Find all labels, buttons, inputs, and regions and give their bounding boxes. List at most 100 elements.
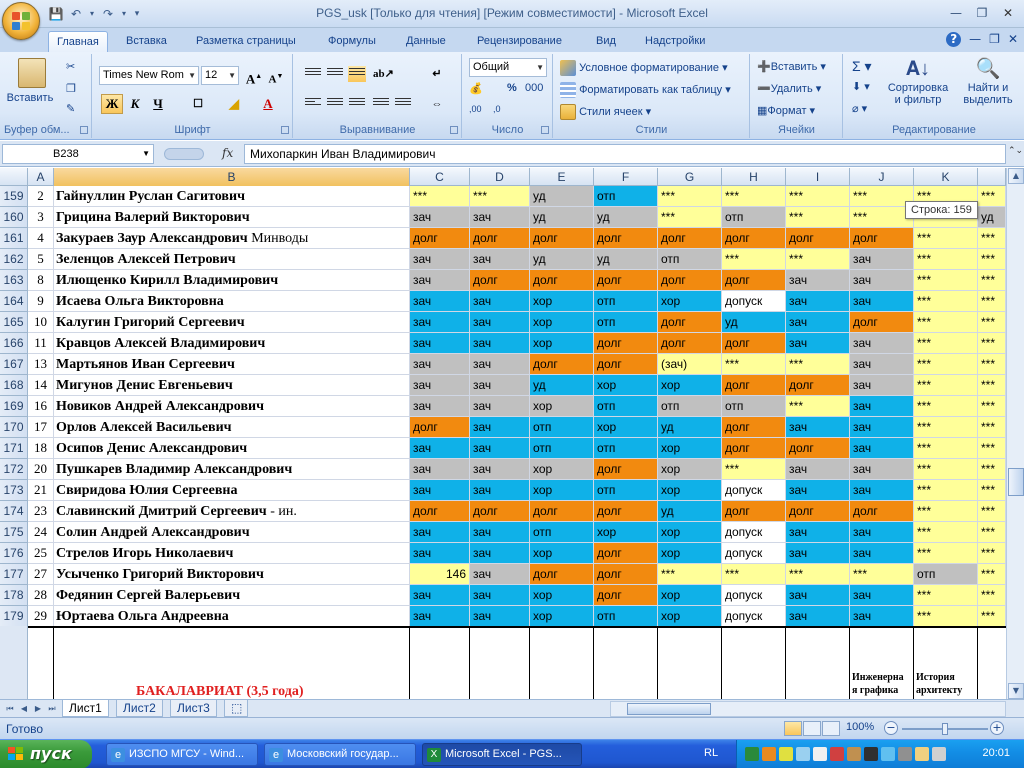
cell-grade-c[interactable]: ***	[410, 186, 470, 207]
cell-grade-h[interactable]: долг	[722, 228, 786, 249]
cell-grade-j[interactable]: зач	[850, 522, 914, 543]
cell-number[interactable]: 4	[28, 228, 54, 249]
cell-grade-d[interactable]: зач	[470, 585, 530, 606]
row-header[interactable]: 162	[0, 249, 28, 270]
cell-student-name[interactable]: Кравцов Алексей Владимирович	[54, 333, 410, 354]
cell-grade-d[interactable]: зач	[470, 480, 530, 501]
decrease-decimal-icon[interactable]: ,0	[493, 104, 501, 114]
cell-number[interactable]: 3	[28, 207, 54, 228]
cell-grade-j[interactable]: зач	[850, 291, 914, 312]
cell-grade-g[interactable]: долг	[658, 270, 722, 291]
percent-button[interactable]: %	[507, 82, 517, 94]
cell-number[interactable]: 17	[28, 417, 54, 438]
tray-app-icon[interactable]	[915, 747, 929, 761]
taskbar-item-excel[interactable]: X Microsoft Excel - PGS...	[422, 743, 582, 766]
cell-grade-k[interactable]: ***	[914, 354, 978, 375]
cell-grade-g[interactable]: ***	[658, 207, 722, 228]
cell-grade-h[interactable]: ***	[722, 354, 786, 375]
cell-grade-e[interactable]: долг	[530, 228, 594, 249]
cell-grade-i[interactable]: зач	[786, 543, 850, 564]
delete-cells-button[interactable]: ➖Удалить ▾	[757, 82, 821, 95]
align-left-icon[interactable]	[304, 96, 322, 112]
cell-grade-k[interactable]: ***	[914, 417, 978, 438]
cell-grade-i[interactable]: зач	[786, 333, 850, 354]
row-header[interactable]: 172	[0, 459, 28, 480]
cell-grade-k[interactable]: ***	[914, 333, 978, 354]
cell-number[interactable]: 16	[28, 396, 54, 417]
cell-styles-button[interactable]: Стили ячеек ▾	[560, 104, 651, 120]
cell-grade-i[interactable]: зач	[786, 417, 850, 438]
cell-grade-c[interactable]: зач	[410, 480, 470, 501]
last-sheet-icon[interactable]: ⏭	[46, 702, 58, 716]
formula-bar-grip-icon[interactable]	[164, 148, 204, 160]
cell-grade-e[interactable]: хор	[530, 396, 594, 417]
cell-grade-h[interactable]: допуск	[722, 606, 786, 627]
cell-grade-h[interactable]: допуск	[722, 543, 786, 564]
fill-color-icon[interactable]: ◢	[223, 94, 245, 114]
cell-grade-l[interactable]: ***	[978, 186, 1006, 207]
cell-student-name[interactable]: Илющенко Кирилл Владимирович	[54, 270, 410, 291]
zoom-slider-knob[interactable]	[942, 723, 948, 735]
cell-grade-i[interactable]: ***	[786, 354, 850, 375]
cell-grade-d[interactable]: зач	[470, 291, 530, 312]
insert-cells-button[interactable]: ➕Вставить ▾	[757, 60, 826, 73]
cell-grade-j[interactable]: зач	[850, 354, 914, 375]
cell-grade-i[interactable]: долг	[786, 501, 850, 522]
formula-input[interactable]: Михопаркин Иван Владимирович	[244, 144, 1006, 164]
cell-grade-l[interactable]: ***	[978, 459, 1006, 480]
sheet-tab-3[interactable]: Лист3	[170, 700, 217, 717]
column-header-f[interactable]: F	[594, 168, 658, 186]
column-header-a[interactable]: A	[28, 168, 54, 186]
cell-grade-k[interactable]: ***	[914, 459, 978, 480]
cell-student-name[interactable]: Стрелов Игорь Николаевич	[54, 543, 410, 564]
tab-home[interactable]: Главная	[48, 31, 108, 52]
prev-sheet-icon[interactable]: ◀	[18, 702, 30, 716]
office-button[interactable]	[2, 2, 40, 40]
cell-student-name[interactable]: Калугин Григорий Сергеевич	[54, 312, 410, 333]
cell-grade-i[interactable]: зач	[786, 480, 850, 501]
cell-number[interactable]: 21	[28, 480, 54, 501]
format-painter-icon[interactable]: ✎	[66, 102, 75, 115]
cell-grade-e[interactable]: долг	[530, 354, 594, 375]
column-header-g[interactable]: G	[658, 168, 722, 186]
expand-formula-bar-icon[interactable]: ⌃⌄	[1008, 146, 1023, 162]
cell-student-name[interactable]: Пушкарев Владимир Александрович	[54, 459, 410, 480]
conditional-formatting-button[interactable]: Условное форматирование ▾	[560, 60, 728, 76]
cell-grade-d[interactable]: зач	[470, 417, 530, 438]
cell-grade-e[interactable]: хор	[530, 606, 594, 627]
cell-grade-k[interactable]: ***	[914, 480, 978, 501]
column-header-k[interactable]: K	[914, 168, 978, 186]
cell-grade-f[interactable]: отп	[594, 438, 658, 459]
cell-grade-c[interactable]: зач	[410, 396, 470, 417]
cell-grade-c[interactable]: зач	[410, 249, 470, 270]
cell-grade-h[interactable]: допуск	[722, 291, 786, 312]
row-header[interactable]: 169	[0, 396, 28, 417]
format-cells-button[interactable]: ▦Формат ▾	[757, 104, 815, 117]
row-header[interactable]: 165	[0, 312, 28, 333]
cell-grade-k[interactable]: ***	[914, 522, 978, 543]
cell-grade-j[interactable]: зач	[850, 459, 914, 480]
cell-grade-f[interactable]: уд	[594, 249, 658, 270]
cell-grade-f[interactable]: долг	[594, 354, 658, 375]
cell-grade-f[interactable]: отп	[594, 606, 658, 627]
cell-grade-d[interactable]: зач	[470, 543, 530, 564]
cell-number[interactable]: 8	[28, 270, 54, 291]
cell-grade-j[interactable]: зач	[850, 375, 914, 396]
font-size-select[interactable]: 12 ▼	[201, 66, 239, 85]
cell-grade-i[interactable]: зач	[786, 291, 850, 312]
cell-grade-k[interactable]: ***	[914, 291, 978, 312]
column-header-h[interactable]: H	[722, 168, 786, 186]
cell-grade-j[interactable]: долг	[850, 228, 914, 249]
cell-grade-l[interactable]: ***	[978, 228, 1006, 249]
scroll-down-icon[interactable]: ▼	[1008, 683, 1024, 699]
zoom-level[interactable]: 100%	[846, 721, 874, 733]
cell-grade-c[interactable]: зач	[410, 207, 470, 228]
cell-grade-k[interactable]: ***	[914, 543, 978, 564]
column-header-e[interactable]: E	[530, 168, 594, 186]
cell-grade-f[interactable]: отп	[594, 480, 658, 501]
cell-grade-d[interactable]: зач	[470, 249, 530, 270]
cell-grade-g[interactable]: долг	[658, 312, 722, 333]
cell-grade-f[interactable]: долг	[594, 459, 658, 480]
cell-grade-g[interactable]: хор	[658, 480, 722, 501]
cell-student-name[interactable]: Славинский Дмитрий Сергеевич - ин.	[54, 501, 410, 522]
